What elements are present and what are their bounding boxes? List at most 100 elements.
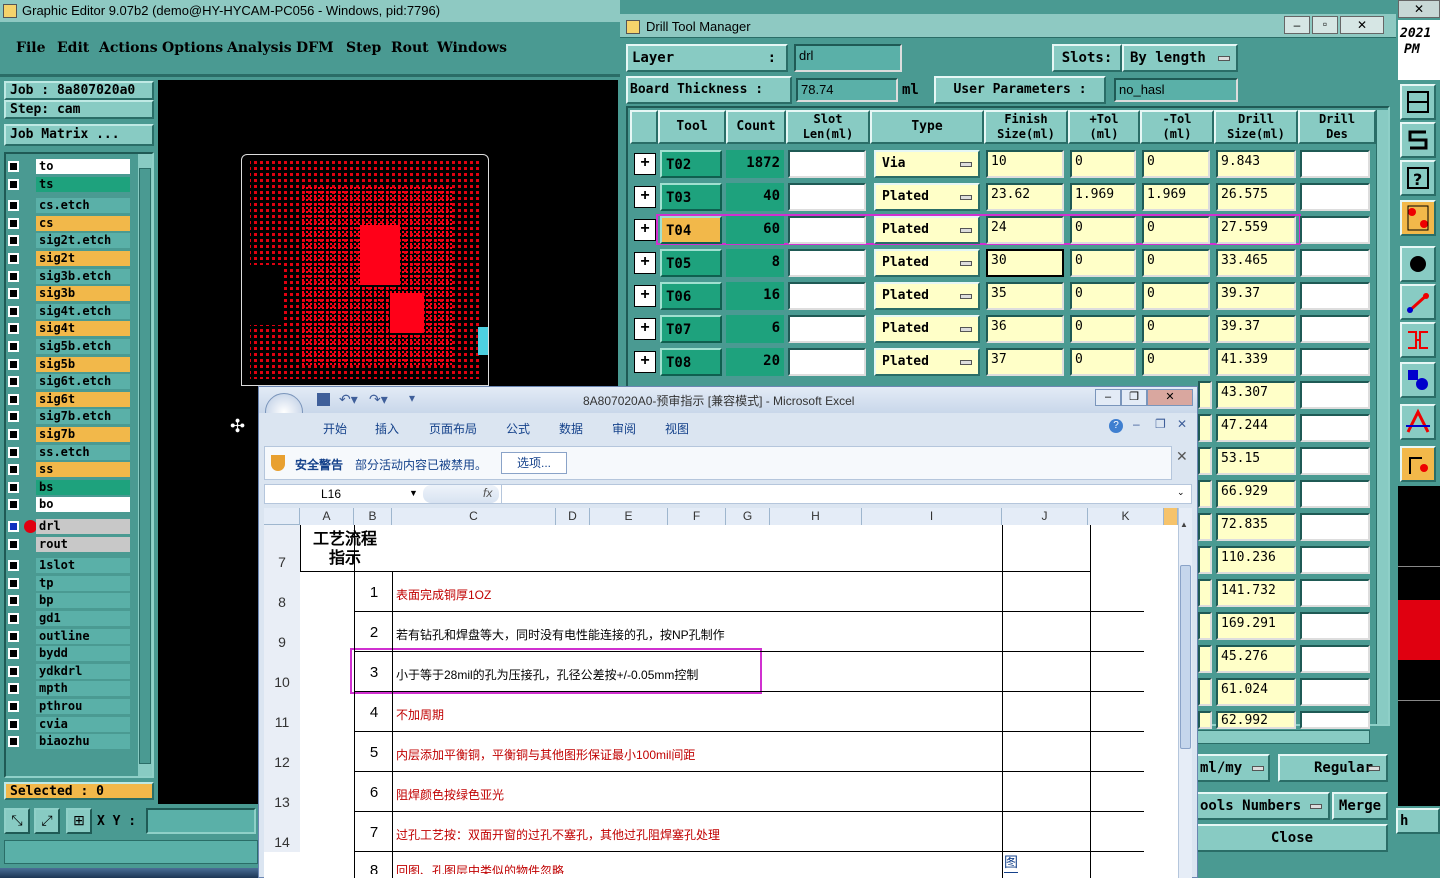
layer-row-bo[interactable]: bo	[6, 497, 130, 513]
drill-size-field[interactable]: 33.465	[1216, 249, 1296, 277]
expand-row-icon[interactable]: +	[634, 318, 656, 340]
layer-row-bydd[interactable]: bydd	[6, 646, 130, 662]
minus-tol-field[interactable]: 1.969	[1142, 183, 1210, 211]
route-icon[interactable]	[1400, 446, 1436, 482]
ribbon-minimize-icon[interactable]: –	[1133, 417, 1140, 431]
drill-size-field[interactable]: 27.559	[1216, 216, 1296, 244]
tool-cell[interactable]: T05	[660, 249, 722, 277]
help-icon[interactable]: ?	[1109, 419, 1123, 433]
menu-dfm[interactable]: DFM	[296, 40, 334, 56]
layer-row-sig7b[interactable]: sig7b	[6, 427, 130, 443]
drill-tool-icon[interactable]	[1400, 200, 1436, 236]
system-close-icon[interactable]: ✕	[1398, 0, 1440, 18]
column-header-d[interactable]: D	[556, 508, 590, 525]
layer-checkbox[interactable]	[8, 631, 19, 642]
layer-row-tp[interactable]: tp	[6, 576, 130, 592]
expand-row-icon[interactable]: +	[634, 186, 656, 208]
menu-file[interactable]: File	[16, 40, 45, 56]
column-header-i[interactable]: I	[862, 508, 1002, 525]
column-header-a[interactable]: A	[300, 508, 354, 525]
plus-tol-field[interactable]: 0	[1070, 249, 1136, 277]
layer-row-bp[interactable]: bp	[6, 593, 130, 609]
snap-icon[interactable]	[1400, 122, 1436, 158]
tab-data[interactable]: 数据	[559, 420, 583, 437]
minus-tol-field[interactable]	[1198, 645, 1212, 673]
minus-tol-field[interactable]: 0	[1142, 315, 1210, 343]
layer-row-ss-etch[interactable]: ss.etch	[6, 445, 130, 461]
drill-size-field[interactable]: 41.339	[1216, 348, 1296, 376]
menu-analysis[interactable]: Analysis	[227, 40, 292, 56]
save-icon[interactable]	[317, 393, 330, 406]
slot-len-field[interactable]	[788, 282, 866, 310]
pad-icon[interactable]	[1400, 246, 1436, 282]
layer-row-ss[interactable]: ss	[6, 462, 130, 478]
name-box[interactable]: L16	[321, 487, 341, 501]
column-header-h[interactable]: H	[770, 508, 862, 525]
layer-checkbox[interactable]	[8, 683, 19, 694]
plus-tol-field[interactable]: 0	[1070, 150, 1136, 178]
minus-tol-field[interactable]: 0	[1142, 249, 1210, 277]
drill-size-field[interactable]: 110.236	[1216, 546, 1296, 574]
drill-des-field[interactable]	[1300, 315, 1370, 343]
expand-row-icon[interactable]: +	[634, 351, 656, 373]
drill-des-field[interactable]	[1300, 645, 1370, 673]
redo-icon[interactable]: ↷▾	[369, 391, 388, 408]
menu-options[interactable]: Options	[162, 40, 223, 56]
layer-row-sig4t-etch[interactable]: sig4t.etch	[6, 304, 130, 320]
slot-len-field[interactable]	[788, 315, 866, 343]
close-window-button[interactable]: ✕	[1340, 16, 1384, 34]
plus-tol-field[interactable]: 0	[1070, 282, 1136, 310]
layer-checkbox[interactable]	[8, 306, 19, 317]
user-parameters-field[interactable]: no_hasl	[1114, 78, 1238, 102]
menu-windows[interactable]: Windows	[437, 40, 507, 56]
layer-checkbox[interactable]	[8, 323, 19, 334]
layer-row-gd1[interactable]: gd1	[6, 611, 130, 627]
layer-checkbox[interactable]	[8, 271, 19, 282]
menu-edit[interactable]: Edit	[57, 40, 89, 56]
layer-row-sig7b-etch[interactable]: sig7b.etch	[6, 409, 130, 425]
minus-tol-field[interactable]	[1198, 381, 1212, 409]
row-header[interactable]: 9	[264, 612, 300, 652]
layer-field[interactable]: drl	[794, 44, 902, 72]
tool-cell[interactable]: T07	[660, 315, 722, 343]
minus-tol-field[interactable]	[1198, 546, 1212, 574]
drill-size-field[interactable]: 169.291	[1216, 612, 1296, 640]
row-header[interactable]: 8	[264, 572, 300, 612]
v-scroll-up-icon[interactable]: ▲	[1180, 520, 1188, 529]
row-header[interactable]: 12	[264, 732, 300, 772]
layer-row-cvia[interactable]: cvia	[6, 717, 130, 733]
layer-checkbox[interactable]	[8, 218, 19, 229]
formula-input[interactable]	[501, 485, 1177, 503]
layer-checkbox[interactable]	[8, 341, 19, 352]
table-hscrollbar[interactable]	[1196, 730, 1370, 744]
expand-row-icon[interactable]: +	[634, 153, 656, 175]
layer-checkbox[interactable]	[8, 521, 19, 532]
slot-len-field[interactable]	[788, 183, 866, 211]
drill-des-field[interactable]	[1300, 612, 1370, 640]
security-bar-close-icon[interactable]: ✕	[1176, 448, 1188, 465]
layer-checkbox[interactable]	[8, 666, 19, 677]
row-header[interactable]: 11	[264, 692, 300, 732]
excel-minimize-button[interactable]: –	[1095, 389, 1121, 406]
column-header-e[interactable]: E	[590, 508, 668, 525]
layer-row-pthrou[interactable]: pthrou	[6, 699, 130, 715]
row-header[interactable]: 14	[264, 812, 300, 852]
drill-size-field[interactable]: 62.992	[1216, 711, 1296, 729]
drill-size-field[interactable]: 43.307	[1216, 381, 1296, 409]
layer-checkbox[interactable]	[8, 499, 19, 510]
drill-des-field[interactable]	[1300, 282, 1370, 310]
job-matrix-button[interactable]: Job Matrix ...	[4, 124, 154, 146]
column-header-b[interactable]: B	[354, 508, 392, 525]
layer-row-ydkdrl[interactable]: ydkdrl	[6, 664, 130, 680]
menu-actions[interactable]: Actions	[99, 40, 158, 56]
type-dropdown[interactable]: Plated	[874, 282, 980, 310]
layer-checkbox[interactable]	[8, 464, 19, 475]
layer-checkbox[interactable]	[8, 394, 19, 405]
tool-cell[interactable]: T06	[660, 282, 722, 310]
finish-size-field[interactable]: 10	[986, 150, 1064, 178]
drill-des-field[interactable]	[1300, 711, 1370, 729]
tools-numbers-dropdown[interactable]: ools Numbers	[1196, 792, 1330, 820]
minus-tol-field[interactable]	[1198, 678, 1212, 706]
ribbon-close-icon[interactable]: ✕	[1177, 417, 1187, 431]
zoom-area-button[interactable]: ⤢	[34, 808, 60, 834]
